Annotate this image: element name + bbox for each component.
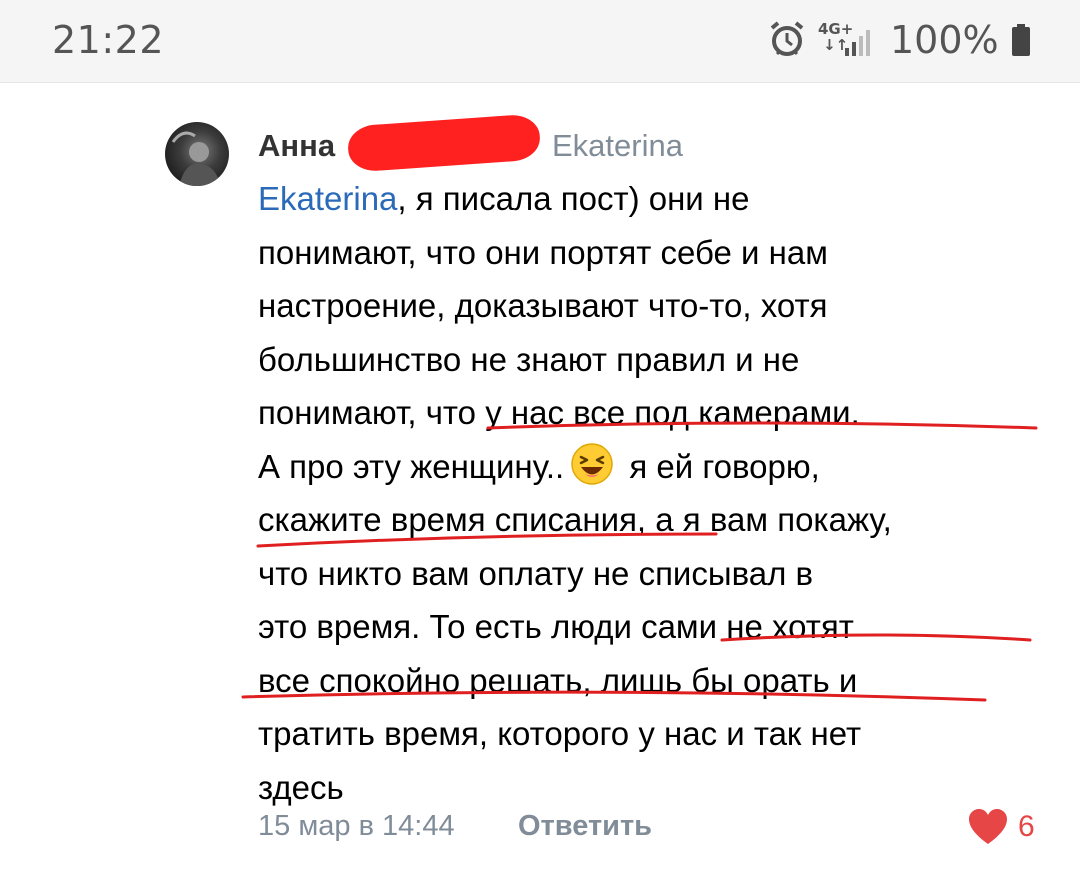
- battery-icon: [1012, 24, 1030, 56]
- status-bar: 21:22 4G+ ↓↑ 100%: [0, 0, 1080, 83]
- comment-text-segment: А про эту женщину..: [258, 447, 565, 485]
- avatar[interactable]: [165, 122, 229, 186]
- comment-line: тратить время, которого у нас и так нет: [258, 715, 862, 752]
- heart-icon[interactable]: [968, 808, 1008, 846]
- comment-text-segment: я ей говорю,: [620, 447, 820, 485]
- comment-line: большинство не знают правил и не: [258, 340, 800, 378]
- comment-date: 15 мар в 14:44: [258, 810, 455, 842]
- comment-line: понимают, что они портят себе и нам: [258, 233, 828, 271]
- redaction-mark: [346, 113, 542, 173]
- comment-author[interactable]: Анна: [258, 128, 335, 164]
- comment-line: А про эту женщину.. я ей говорю,: [258, 440, 1058, 494]
- laughing-emoji-icon: [571, 442, 613, 485]
- comment-line: здесь: [258, 768, 344, 806]
- like-count: 6: [1018, 810, 1035, 843]
- comment-text: Ekaterina, я писала пост) они не понимаю…: [258, 172, 1058, 814]
- comment-line: скажите время списания, а я вам покажу,: [258, 501, 892, 538]
- signal-icon: [845, 30, 870, 56]
- reply-button[interactable]: Ответить: [518, 810, 652, 843]
- comment-line: Ekaterina, я писала пост) они не: [258, 172, 1058, 226]
- comment-line: все спокойно решать, лишь бы орать и: [258, 661, 858, 699]
- comment-line: что никто вам оплату не списывал в: [258, 554, 814, 592]
- comment-line: понимают, что у нас все под камерами.: [258, 394, 860, 431]
- reply-to-name[interactable]: Ekaterina: [552, 128, 683, 164]
- mention-link[interactable]: Ekaterina: [258, 180, 397, 217]
- comment-line: настроение, доказывают что-то, хотя: [258, 287, 828, 324]
- comment-line: это время. То есть люди сами не хотят: [258, 608, 854, 645]
- alarm-icon: [770, 21, 804, 56]
- comment-text-segment: , я писала пост) они не: [397, 180, 750, 217]
- battery-percent: 100%: [890, 18, 999, 62]
- status-time: 21:22: [52, 18, 165, 62]
- avatar-photo-icon: [171, 131, 221, 186]
